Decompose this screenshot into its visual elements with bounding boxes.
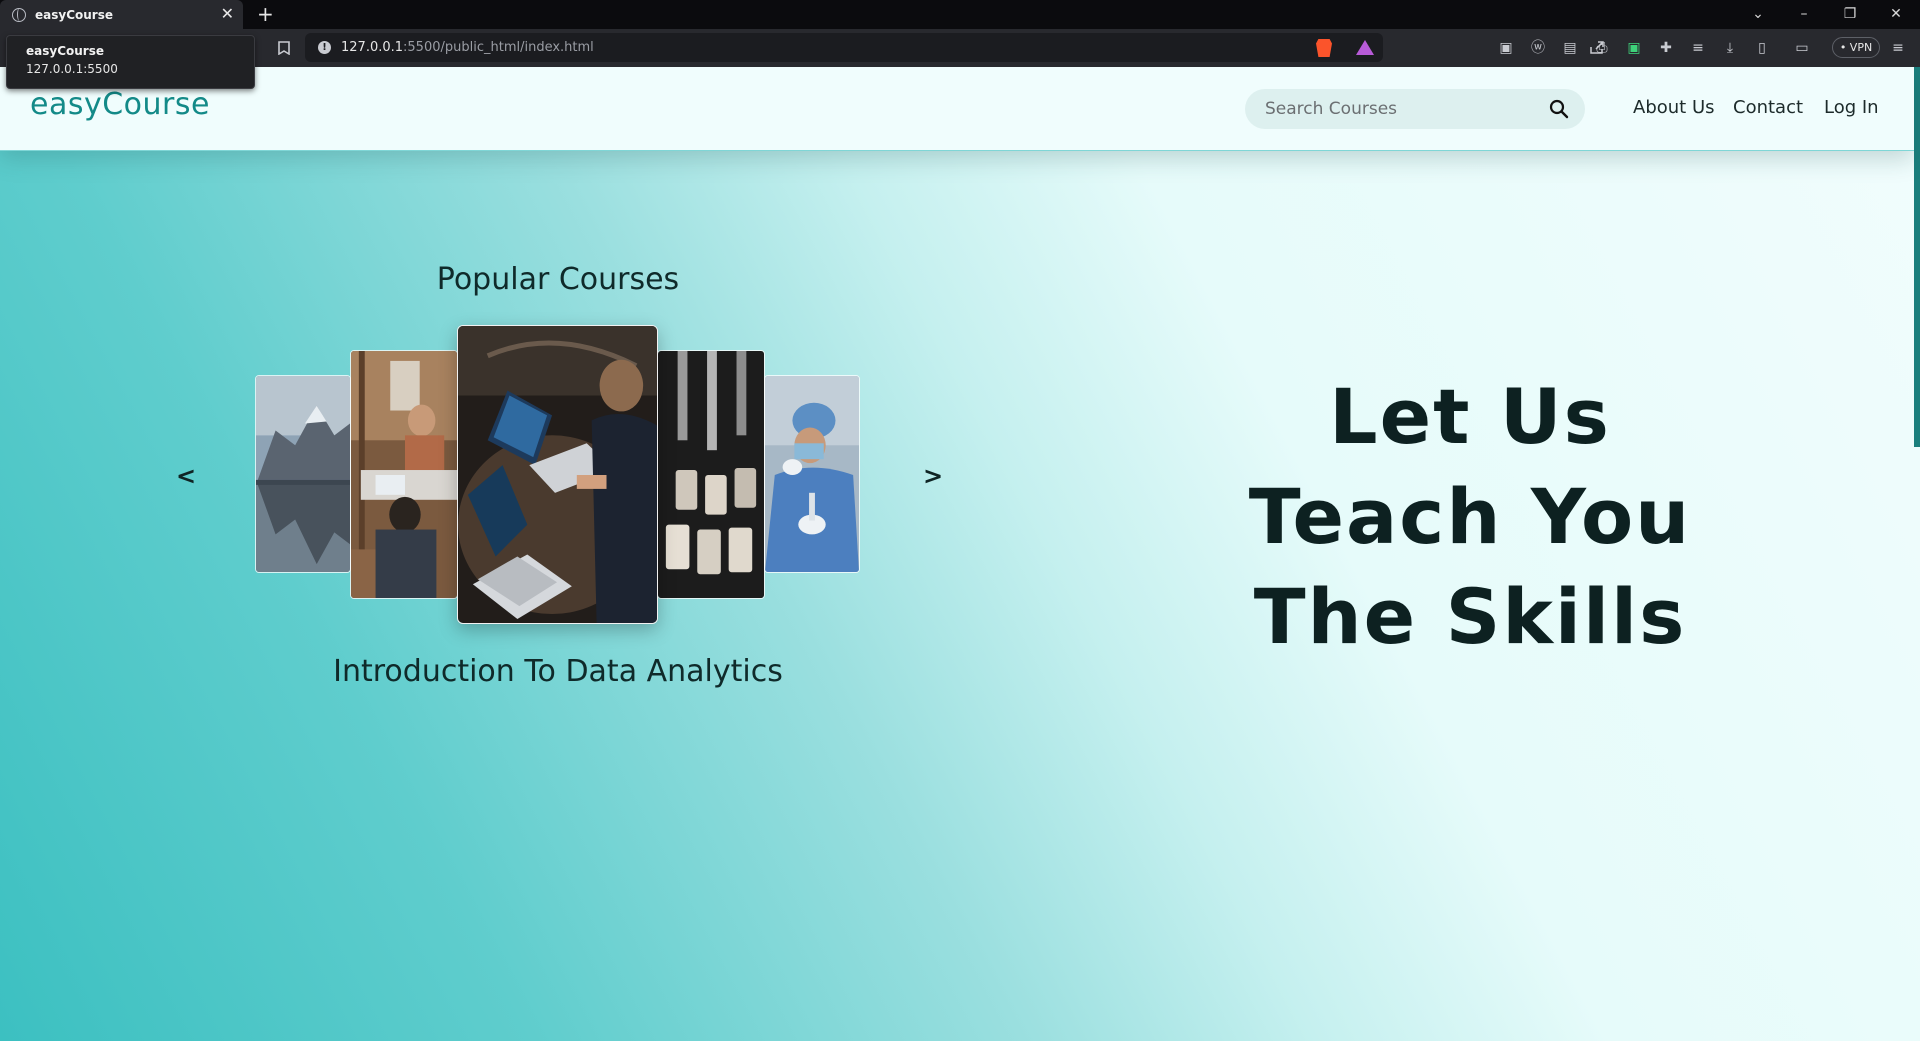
search-input[interactable]: [1245, 89, 1535, 129]
course-slide-laptop-work[interactable]: [457, 325, 658, 624]
tooltip-title: easyCourse: [26, 44, 104, 58]
extension-icon[interactable]: ▣: [1496, 38, 1516, 58]
notes-icon[interactable]: ▤: [1560, 38, 1580, 58]
extension-w-icon[interactable]: ⓦ: [1528, 38, 1548, 58]
nav-log-in[interactable]: Log In: [1824, 97, 1879, 118]
bookmark-icon[interactable]: [274, 38, 294, 58]
download-icon[interactable]: ⤓: [1720, 38, 1740, 58]
grammar-icon[interactable]: ▣: [1624, 38, 1644, 58]
brave-shields-icon[interactable]: [1316, 39, 1332, 57]
search-box: [1245, 89, 1585, 129]
nav-contact[interactable]: Contact: [1733, 97, 1803, 118]
wallet-icon[interactable]: ▭: [1792, 38, 1812, 58]
course-slide-lab-technician[interactable]: [764, 375, 860, 573]
new-tab-button[interactable]: +: [257, 3, 274, 25]
page-scrollbar[interactable]: [1914, 67, 1920, 447]
extensions-puzzle-icon[interactable]: ✚: [1656, 38, 1676, 58]
browser-tab[interactable]: easyCourse ✕: [0, 0, 243, 29]
playlist-icon[interactable]: ≡: [1688, 38, 1708, 58]
current-course-title[interactable]: Introduction To Data Analytics: [0, 654, 1116, 689]
tab-search-icon[interactable]: ⌄: [1748, 4, 1768, 24]
window-close-button[interactable]: ✕: [1886, 4, 1906, 24]
site-info-icon[interactable]: !: [318, 41, 331, 54]
browser-tabstrip: easyCourse ✕ + ⌄ – ❐ ✕: [0, 0, 1920, 29]
sidebar-icon[interactable]: ▯: [1752, 38, 1772, 58]
hero-heading: Let Us Teach You The Skills: [1130, 367, 1810, 667]
hero-line: Teach You: [1248, 472, 1692, 561]
course-slide-mountain-lake[interactable]: [255, 375, 351, 573]
carousel-prev-button[interactable]: <: [176, 462, 196, 490]
search-icon[interactable]: [1549, 99, 1569, 119]
close-tab-icon[interactable]: ✕: [221, 5, 234, 23]
hero-line: Let Us: [1329, 372, 1611, 461]
carousel-next-button[interactable]: >: [923, 462, 943, 490]
url-text[interactable]: 127.0.0.1:5500/public_html/index.html: [341, 40, 594, 55]
site-navbar: easyCourse About Us Contact Log In: [0, 67, 1914, 151]
tab-tooltip: easyCourse 127.0.0.1:5500: [6, 35, 255, 89]
brave-rewards-icon[interactable]: [1356, 40, 1374, 55]
restore-button[interactable]: ❐: [1840, 4, 1860, 24]
nav-about-us[interactable]: About Us: [1633, 97, 1715, 118]
tooltip-url: 127.0.0.1:5500: [26, 62, 118, 76]
course-slide-lab-vials[interactable]: [657, 350, 765, 599]
menu-icon[interactable]: ≡: [1888, 38, 1908, 58]
hero-line: The Skills: [1253, 572, 1687, 661]
vpn-button[interactable]: • VPN: [1832, 37, 1880, 58]
printer-icon[interactable]: ⎙: [1592, 38, 1612, 58]
tab-title: easyCourse: [35, 7, 113, 22]
globe-icon: [12, 7, 26, 22]
course-slide-team-meeting[interactable]: [350, 350, 458, 599]
site-logo[interactable]: easyCourse: [30, 87, 210, 122]
page-viewport: easyCourse About Us Contact Log In Popul…: [0, 67, 1920, 1041]
popular-courses-heading: Popular Courses: [436, 262, 680, 297]
minimize-button[interactable]: –: [1794, 4, 1814, 24]
address-bar[interactable]: ! 127.0.0.1:5500/public_html/index.html: [305, 33, 1604, 62]
